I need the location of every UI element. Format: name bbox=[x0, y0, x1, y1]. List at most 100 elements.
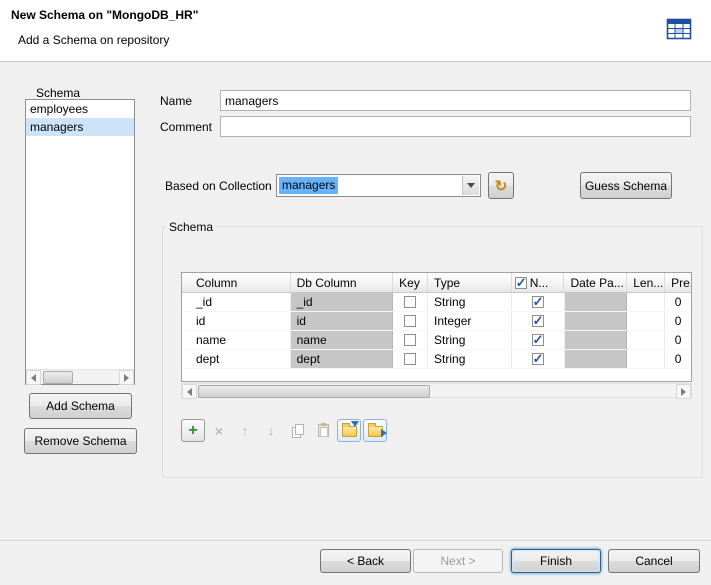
cancel-button[interactable]: Cancel bbox=[608, 549, 700, 573]
refresh-collections-button[interactable]: ↻ bbox=[488, 172, 514, 199]
header-length[interactable]: Len... bbox=[627, 273, 665, 292]
cell-column[interactable]: dept bbox=[182, 350, 291, 368]
nullable-checkbox[interactable] bbox=[532, 296, 544, 308]
cell-date-pattern bbox=[565, 312, 628, 330]
move-up-button: ↑ bbox=[233, 419, 257, 442]
cell-db-column: name bbox=[291, 331, 394, 349]
scrollbar-track[interactable] bbox=[41, 370, 119, 384]
copy-button bbox=[285, 419, 309, 442]
cell-precision[interactable]: 0 bbox=[665, 312, 691, 330]
comment-label: Comment bbox=[160, 120, 212, 134]
collection-combobox[interactable]: managers bbox=[276, 174, 481, 197]
nullable-checkbox[interactable] bbox=[532, 353, 544, 365]
header-type[interactable]: Type bbox=[428, 273, 512, 292]
schema-list-label: Schema bbox=[36, 86, 80, 100]
header-precision[interactable]: Pre... bbox=[665, 273, 691, 292]
header-nullable-label: N... bbox=[530, 276, 549, 290]
cell-precision[interactable]: 0 bbox=[665, 350, 691, 368]
select-all-nullable-checkbox[interactable] bbox=[515, 277, 527, 289]
cell-date-pattern bbox=[565, 331, 628, 349]
folder-import-icon bbox=[342, 426, 357, 437]
scroll-left-icon bbox=[187, 388, 192, 396]
cell-key bbox=[393, 293, 428, 311]
footer-separator bbox=[0, 540, 711, 541]
paste-icon bbox=[318, 424, 329, 437]
cell-type[interactable]: Integer bbox=[428, 312, 512, 330]
scrollbar-thumb[interactable] bbox=[198, 385, 430, 398]
combo-dropdown-button[interactable] bbox=[462, 176, 479, 195]
cell-nullable bbox=[512, 312, 565, 330]
cell-length[interactable] bbox=[627, 331, 665, 349]
header-date-pattern[interactable]: Date Pa... bbox=[564, 273, 627, 292]
cell-precision[interactable]: 0 bbox=[665, 331, 691, 349]
cell-key bbox=[393, 312, 428, 330]
refresh-icon: ↻ bbox=[495, 178, 508, 195]
name-input[interactable] bbox=[220, 90, 691, 111]
schema-list-item-employees[interactable]: employees bbox=[26, 100, 134, 118]
export-schema-button[interactable] bbox=[363, 419, 387, 442]
cell-length[interactable] bbox=[627, 312, 665, 330]
cell-type[interactable]: String bbox=[428, 331, 512, 349]
copy-icon bbox=[291, 424, 304, 437]
nullable-checkbox[interactable] bbox=[532, 315, 544, 327]
delete-icon: × bbox=[215, 424, 223, 438]
cell-db-column: dept bbox=[291, 350, 394, 368]
cell-nullable bbox=[512, 293, 565, 311]
add-row-button[interactable]: + bbox=[181, 419, 205, 442]
schema-list-item-managers[interactable]: managers bbox=[26, 118, 134, 136]
remove-row-button: × bbox=[207, 419, 231, 442]
header-key[interactable]: Key bbox=[393, 273, 428, 292]
guess-schema-button[interactable]: Guess Schema bbox=[580, 172, 672, 199]
header-nullable[interactable]: N... bbox=[512, 273, 565, 292]
nullable-checkbox[interactable] bbox=[532, 334, 544, 346]
table-row: dept dept String 0 bbox=[182, 350, 691, 369]
cell-db-column: _id bbox=[291, 293, 394, 311]
arrow-down-icon: ↓ bbox=[268, 424, 275, 437]
remove-schema-button[interactable]: Remove Schema bbox=[24, 428, 137, 454]
schema-table-header: Column Db Column Key Type N... Date Pa..… bbox=[182, 273, 691, 293]
cell-column[interactable]: id bbox=[182, 312, 291, 330]
cell-length[interactable] bbox=[627, 350, 665, 368]
cell-type[interactable]: String bbox=[428, 350, 512, 368]
schema-table-icon bbox=[664, 14, 694, 44]
schema-table-hscrollbar[interactable] bbox=[181, 383, 692, 398]
plus-icon: + bbox=[188, 423, 197, 439]
collection-value: managers bbox=[279, 177, 338, 194]
chevron-down-icon bbox=[467, 183, 475, 188]
scroll-right-icon bbox=[681, 388, 686, 396]
key-checkbox[interactable] bbox=[404, 296, 416, 308]
cell-column[interactable]: name bbox=[182, 331, 291, 349]
header-column[interactable]: Column bbox=[182, 273, 291, 292]
table-row: _id _id String 0 bbox=[182, 293, 691, 312]
schema-group-label: Schema bbox=[166, 220, 216, 234]
scroll-right-button[interactable] bbox=[676, 384, 691, 399]
cell-type[interactable]: String bbox=[428, 293, 512, 311]
finish-button[interactable]: Finish bbox=[511, 549, 601, 573]
comment-input[interactable] bbox=[220, 116, 691, 137]
cell-db-column: id bbox=[291, 312, 394, 330]
key-checkbox[interactable] bbox=[404, 353, 416, 365]
cell-nullable bbox=[512, 331, 565, 349]
key-checkbox[interactable] bbox=[404, 315, 416, 327]
header-db-column[interactable]: Db Column bbox=[291, 273, 394, 292]
cell-length[interactable] bbox=[627, 293, 665, 311]
new-schema-dialog: New Schema on "MongoDB_HR" Add a Schema … bbox=[0, 0, 711, 585]
schema-list[interactable]: employees managers bbox=[25, 99, 135, 385]
scrollbar-thumb[interactable] bbox=[43, 371, 73, 384]
schema-list-hscrollbar[interactable] bbox=[26, 369, 134, 384]
scroll-right-button[interactable] bbox=[119, 370, 134, 385]
folder-export-icon bbox=[368, 426, 383, 437]
add-schema-button[interactable]: Add Schema bbox=[29, 393, 132, 419]
cell-column[interactable]: _id bbox=[182, 293, 291, 311]
dialog-subtitle: Add a Schema on repository bbox=[18, 33, 169, 47]
dialog-title: New Schema on "MongoDB_HR" bbox=[11, 8, 198, 22]
scroll-left-button[interactable] bbox=[182, 384, 197, 399]
next-button: Next > bbox=[413, 549, 503, 573]
scrollbar-track[interactable] bbox=[197, 384, 676, 397]
move-down-button: ↓ bbox=[259, 419, 283, 442]
import-schema-button[interactable] bbox=[337, 419, 361, 442]
cell-precision[interactable]: 0 bbox=[665, 293, 691, 311]
key-checkbox[interactable] bbox=[404, 334, 416, 346]
back-button[interactable]: < Back bbox=[320, 549, 411, 573]
scroll-left-button[interactable] bbox=[26, 370, 41, 385]
